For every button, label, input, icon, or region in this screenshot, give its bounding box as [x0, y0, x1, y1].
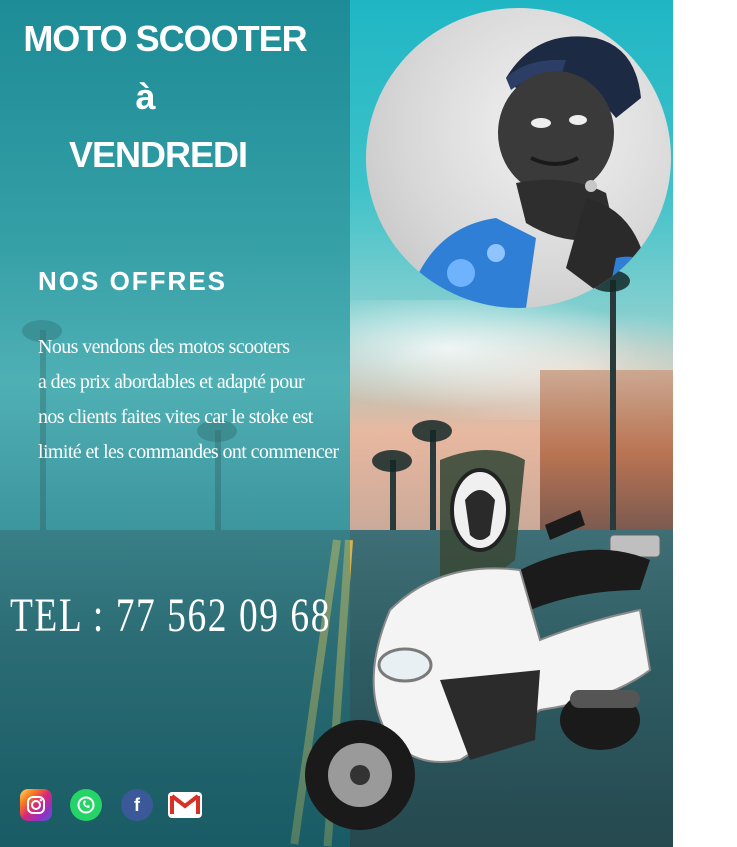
gmail-icon[interactable]	[168, 792, 202, 818]
facebook-icon[interactable]: f	[121, 789, 153, 821]
portrait-photo	[366, 8, 671, 308]
offers-line: Nous vendons des motos scooters	[38, 336, 290, 358]
whatsapp-icon[interactable]	[70, 789, 102, 821]
offers-title: NOS OFFRES	[38, 266, 228, 296]
palm-tree-top	[412, 420, 452, 442]
offers-line: limité et les commandes ont commencer	[38, 441, 339, 463]
instagram-icon[interactable]	[20, 789, 52, 821]
headline-line-1: MOTO SCOOTER	[23, 18, 307, 59]
offers-line: a des prix abordables et adapté pour	[38, 371, 305, 393]
offers-line: nos clients faites vites car le stoke es…	[38, 406, 313, 428]
phone-number: TEL : 77 562 09 68	[10, 589, 331, 642]
headline-line-3: VENDREDI	[68, 134, 248, 175]
headline-line-2: à	[135, 76, 155, 117]
poster: MOTO SCOOTER à VENDREDI NOS OFFRES Nous …	[0, 0, 673, 847]
scooter-image	[290, 440, 673, 840]
offers-description: Nous vendons des motos scooters a des pr…	[38, 330, 350, 470]
